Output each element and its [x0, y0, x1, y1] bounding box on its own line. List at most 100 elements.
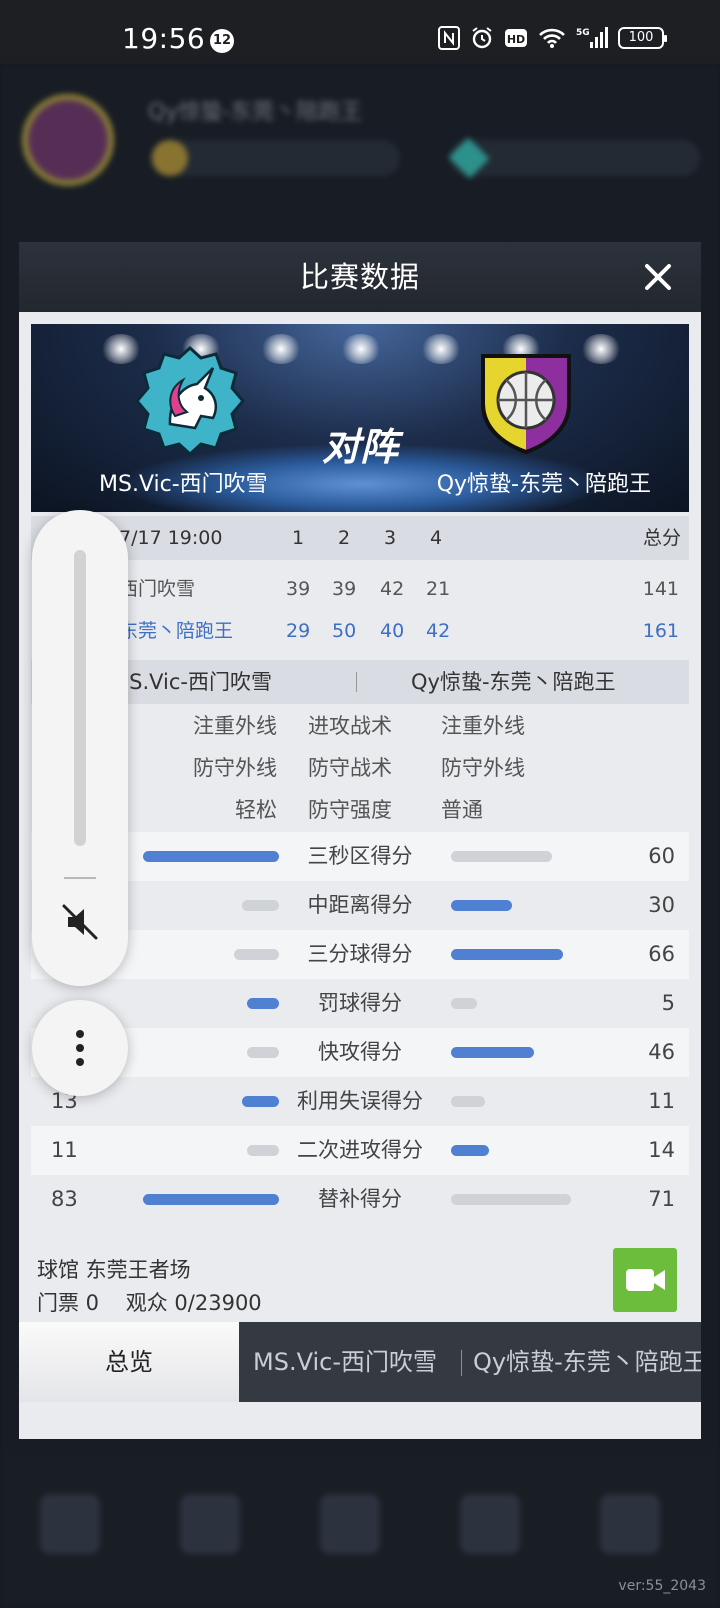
video-camera-icon — [626, 1269, 665, 1291]
tactic-label: 进攻战术 — [308, 714, 392, 738]
stat-label: 利用失误得分 — [297, 1089, 423, 1113]
more-options-button[interactable] — [32, 1000, 128, 1096]
stat-away-bar — [451, 1047, 534, 1058]
stat-row: 罚球得分 5 — [31, 979, 689, 1028]
total-header: 总分 — [642, 527, 681, 549]
quarter-score: 50 — [332, 620, 357, 642]
stat-away-bar — [451, 1145, 489, 1156]
stat-away-value: 60 — [648, 844, 675, 868]
tactic-home: 注重外线 — [193, 714, 277, 738]
ticket-attendance: 门票 0 观众 0/23900 — [37, 1287, 262, 1320]
background-team-name: Qy惊蛰-东莞丶陪跑王 — [148, 100, 363, 125]
version-label: ver:55_2043 — [618, 1578, 706, 1594]
matchup-banner: 对阵 MS.Vic-西门吹雪 Qy惊蛰-东莞丶陪跑王 — [31, 324, 689, 512]
more-dot — [76, 1058, 84, 1066]
stat-away-value: 66 — [648, 942, 675, 966]
svg-text:HD: HD — [507, 33, 525, 46]
background-tab-icon — [180, 1494, 240, 1554]
more-dot — [76, 1044, 84, 1052]
stat-away-value: 5 — [661, 991, 675, 1015]
stat-label: 三秒区得分 — [307, 844, 413, 868]
stat-label: 三分球得分 — [307, 942, 413, 966]
hd-icon: HD — [505, 29, 527, 47]
quarter-score: 42 — [426, 620, 451, 642]
tab-overview[interactable]: 总览 — [19, 1322, 239, 1402]
ticket-count: 门票 0 — [37, 1291, 100, 1315]
background-tab-icon — [40, 1494, 100, 1554]
tactic-label: 防守强度 — [308, 798, 392, 822]
tactic-label: 防守战术 — [308, 756, 392, 780]
stat-label: 快攻得分 — [318, 1040, 402, 1064]
status-bar: 19:56 12 HD 5G 100 — [0, 0, 720, 64]
score-row-team: 西门吹雪 — [119, 578, 196, 600]
stat-away-value: 14 — [648, 1138, 675, 1162]
total-score: 141 — [642, 578, 679, 600]
background-tab-icon — [460, 1494, 520, 1554]
stadium-light — [421, 334, 461, 364]
volume-panel — [32, 510, 128, 986]
stat-row: 27 三分球得分 66 — [31, 930, 689, 979]
tactic-away: 普通 — [441, 798, 483, 822]
close-icon[interactable] — [641, 260, 675, 294]
away-team-name: Qy惊蛰-东莞丶陪跑王 — [436, 472, 651, 497]
total-score: 161 — [642, 620, 679, 642]
stat-row: 11 二次进攻得分 14 — [31, 1126, 689, 1175]
attendance-count: 观众 0/23900 — [125, 1291, 262, 1315]
stat-away-bar — [451, 1194, 571, 1205]
quarter-score: 39 — [286, 578, 311, 600]
stat-away-value: 11 — [648, 1089, 675, 1113]
score-row-team: 东莞丶陪跑王 — [119, 620, 234, 642]
volume-divider — [64, 877, 96, 879]
stat-label: 中距离得分 — [307, 893, 413, 917]
more-dot — [76, 1030, 84, 1038]
tab-home-team[interactable]: MS.Vic-西门吹雪 — [253, 1322, 463, 1402]
stadium-light — [261, 334, 301, 364]
stat-away-bar — [451, 851, 552, 862]
coin-icon — [152, 140, 188, 176]
stat-away-bar — [451, 949, 563, 960]
stadium-light — [581, 334, 621, 364]
stadium-light — [341, 334, 381, 364]
quarter-score: 29 — [286, 620, 311, 642]
stat-label: 二次进攻得分 — [297, 1138, 423, 1162]
svg-text:5G: 5G — [576, 28, 590, 38]
stat-away-value: 46 — [648, 1040, 675, 1064]
stat-label: 罚球得分 — [318, 991, 402, 1015]
background-tab-icon — [320, 1494, 380, 1554]
status-time: 19:56 — [122, 22, 206, 55]
score-row-home: 西门吹雪 39 39 42 21 141 — [31, 568, 689, 610]
modal-header: 比赛数据 — [19, 242, 701, 312]
stat-away-value: 71 — [648, 1187, 675, 1211]
stat-away-bar — [451, 900, 512, 911]
tab-away-team[interactable]: Qy惊蛰-东莞丶陪跑王 — [473, 1322, 701, 1402]
alarm-icon — [472, 27, 492, 49]
video-replay-button[interactable] — [613, 1248, 677, 1312]
tactic-row: 防守外线 防守战术 防守外线 — [31, 746, 689, 788]
modal-title: 比赛数据 — [299, 260, 420, 294]
score-row-away: 东莞丶陪跑王 29 50 40 42 161 — [31, 610, 689, 652]
stat-away-bar — [451, 998, 477, 1009]
tactic-away: 注重外线 — [441, 714, 525, 738]
background-tab-icon — [600, 1494, 660, 1554]
tactic-home: 防守外线 — [193, 756, 277, 780]
stat-away-bar — [451, 1096, 485, 1107]
battery-icon: 100 — [618, 27, 667, 49]
quarter-score: 40 — [380, 620, 405, 642]
tactic-away: 防守外线 — [441, 756, 525, 780]
volume-slider[interactable] — [74, 550, 86, 846]
stat-away-value: 30 — [648, 893, 675, 917]
tab-divider — [461, 1350, 462, 1376]
tactic-row: 轻松 防守强度 普通 — [31, 788, 689, 830]
compare-home-team: MS.Vic-西门吹雪 — [111, 670, 272, 694]
stat-row: 三秒区得分 60 — [31, 832, 689, 881]
venue-info: 球馆 东莞王者场 门票 0 观众 0/23900 — [37, 1254, 262, 1320]
quarter-header: 2 — [338, 527, 351, 549]
stat-row: 83 替补得分 71 — [31, 1175, 689, 1224]
signal-5g-icon: 5G — [576, 27, 608, 48]
home-team-name: MS.Vic-西门吹雪 — [99, 472, 268, 497]
volume-mute-icon[interactable] — [60, 902, 100, 942]
tactic-row: 注重外线 进攻战术 注重外线 — [31, 704, 689, 746]
stat-row: 中距离得分 30 — [31, 881, 689, 930]
notification-count-badge: 12 — [210, 29, 234, 53]
background-avatar — [22, 94, 114, 186]
